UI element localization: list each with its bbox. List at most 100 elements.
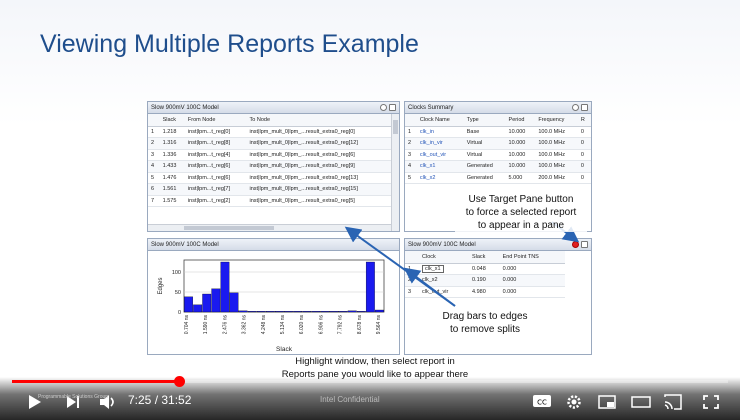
table-cell: clk_out_vir [416,149,464,161]
cast-icon[interactable] [663,393,683,411]
scroll-thumb[interactable] [393,120,398,134]
settings-gear-icon[interactable] [565,393,583,411]
column-header[interactable]: End Point TNS [499,251,565,264]
pane-header: Slow 900mV 100C Model [405,239,591,251]
histogram-bar [320,311,330,313]
table-cell: 0.190 [468,274,500,287]
table-row[interactable]: 4 1.433 inst|lpm...t_reg[6] inst|lpm_mult_0… [148,160,393,173]
table-row[interactable]: 7 1.575 inst|lpm...t_reg[2] inst|lpm_mult_0… [148,195,393,207]
histogram-bar [302,311,312,313]
horizontal-scrollbar[interactable] [148,224,391,231]
x-tick-label: 4.248 ns [261,315,267,335]
table-cell: Generated [463,160,506,173]
fullscreen-icon[interactable] [702,394,720,410]
y-axis-label: Edges [158,277,164,294]
timing-report-pane[interactable]: Slow 900mV 100C Model Slack From Node To N… [147,101,400,232]
table-row[interactable]: 5 clk_x2 Generated 5.000 200.0 MHz 0 [405,172,591,184]
column-header[interactable]: To Node [246,114,393,127]
column-header[interactable] [405,251,420,264]
vertical-scrollbar[interactable] [391,114,399,231]
column-header[interactable]: Type [463,114,506,127]
x-axis-label: Slack [276,346,293,353]
table-cell: 0 [577,172,591,184]
table-cell: inst|lpm...t_reg[7] [184,183,247,196]
table-cell: inst|lpm_mult_0|lpm_...result_extra0_reg… [246,149,393,161]
column-header[interactable]: Clock Name [416,114,464,127]
table-cell: clk_x2 [419,274,469,287]
histogram-bar [229,292,239,313]
table-row[interactable]: 2 clk_in_vir Virtual 10.000 100.0 MHz 0 [405,137,591,150]
histogram-bar [293,311,303,313]
column-header[interactable]: Clock [419,251,469,264]
table-cell: clk_x2 [416,172,464,184]
pane-title: Slow 900mV 100C Model [151,242,219,248]
column-header[interactable]: R [577,114,591,127]
scroll-thumb[interactable] [184,226,274,230]
table-cell: inst|lpm...t_reg[6] [184,172,247,184]
undock-icon[interactable] [581,104,588,111]
undock-icon[interactable] [389,104,396,111]
clock-slack-pane[interactable]: Slow 900mV 100C Model Clock Slack End Poin… [404,238,592,355]
pane-header: Slow 900mV 100C Model [148,239,399,251]
histogram-bar [347,310,357,313]
histogram-bar [284,311,293,313]
x-tick-label: 7.792 ns [338,315,344,335]
clock-slack-table: Clock Slack End Point TNS 1 clk_x1 0.048 0.00… [405,251,565,298]
theater-mode-icon[interactable] [630,394,652,410]
target-pane-icon[interactable] [572,104,579,111]
x-tick-label: 0.704 ns [184,315,190,335]
histogram-bar [375,309,384,313]
subtitles-icon[interactable]: CC [531,393,553,409]
table-cell: 1.433 [159,160,185,173]
table-row[interactable]: 6 1.561 inst|lpm...t_reg[7] inst|lpm_mult_0… [148,183,393,196]
table-cell: 0 [577,137,591,150]
table-row[interactable]: 3 1.336 inst|lpm...t_reg[4] inst|lpm_mult_0… [148,149,393,161]
table-cell: 100.0 MHz [535,137,578,150]
table-row[interactable]: 2 1.316 inst|lpm...t_reg[8] inst|lpm_mult_0… [148,137,393,150]
table-row[interactable]: 1 clk_x1 0.048 0.000 [405,263,565,275]
table-cell: inst|lpm_mult_0|lpm_...result_extra0_reg… [246,172,393,184]
table-cell: Virtual [463,149,506,161]
column-header[interactable]: Slack [468,251,500,264]
x-tick-label: 1.590 ns [203,315,209,335]
target-pane-icon[interactable] [380,104,387,111]
table-cell: 100.0 MHz [535,149,578,161]
table-row[interactable]: 3 clk_out_vir 4.980 0.000 [405,286,565,298]
column-header[interactable]: Frequency [535,114,578,127]
table-row[interactable]: 3 clk_out_vir Virtual 10.000 100.0 MHz 0 [405,149,591,161]
column-header[interactable]: From Node [184,114,247,127]
table-cell: 3 [148,149,160,161]
histogram-bar [338,311,348,313]
column-header[interactable] [148,114,160,127]
table-cell: clk_in_vir [416,137,464,150]
table-cell: clk_x1 [416,160,464,173]
histogram-bar [184,296,193,313]
miniplayer-icon[interactable] [597,394,617,410]
table-row[interactable]: 1 1.218 inst|lpm...t_reg[0] inst|lpm_mult_0… [148,126,393,138]
column-header[interactable]: Slack [159,114,185,127]
table-cell: inst|lpm...t_reg[0] [184,126,247,138]
scrubber-handle[interactable] [173,376,185,387]
undock-icon[interactable] [581,241,588,248]
table-cell: inst|lpm...t_reg[8] [184,137,247,150]
x-tick-label: 5.134 ns [280,315,286,335]
table-cell: 200.0 MHz [535,172,578,184]
table-row[interactable]: 1 clk_in Base 10.000 100.0 MHz 0 [405,126,591,138]
histogram-pane[interactable]: Slow 900mV 100C Model 0 50 100 Edges 0.704 n… [147,238,400,355]
pane-title: Clocks Summary [408,105,454,111]
column-header[interactable]: Period [505,114,536,127]
table-cell: Base [463,126,506,138]
table-cell: inst|lpm...t_reg[2] [184,195,247,207]
timing-table: Slack From Node To Node 1 1.218 inst|lpm...t… [148,114,393,207]
table-cell: 0.000 [499,274,565,287]
table-cell: 10.000 [505,137,536,150]
column-header[interactable] [405,114,417,127]
table-row[interactable]: 4 clk_x1 Generated 10.000 100.0 MHz 0 [405,160,591,173]
target-pane-button-icon[interactable] [572,241,579,248]
table-row[interactable]: 2 clk_x2 0.190 0.000 [405,274,565,287]
target-pane-callout: Use Target Pane button to force a select… [455,193,587,232]
table-cell: 1.218 [159,126,185,138]
progress-bar[interactable] [12,376,728,387]
table-row[interactable]: 5 1.476 inst|lpm...t_reg[6] inst|lpm_mult_0… [148,172,393,184]
slide-footer: Intel Confidential [320,395,380,404]
